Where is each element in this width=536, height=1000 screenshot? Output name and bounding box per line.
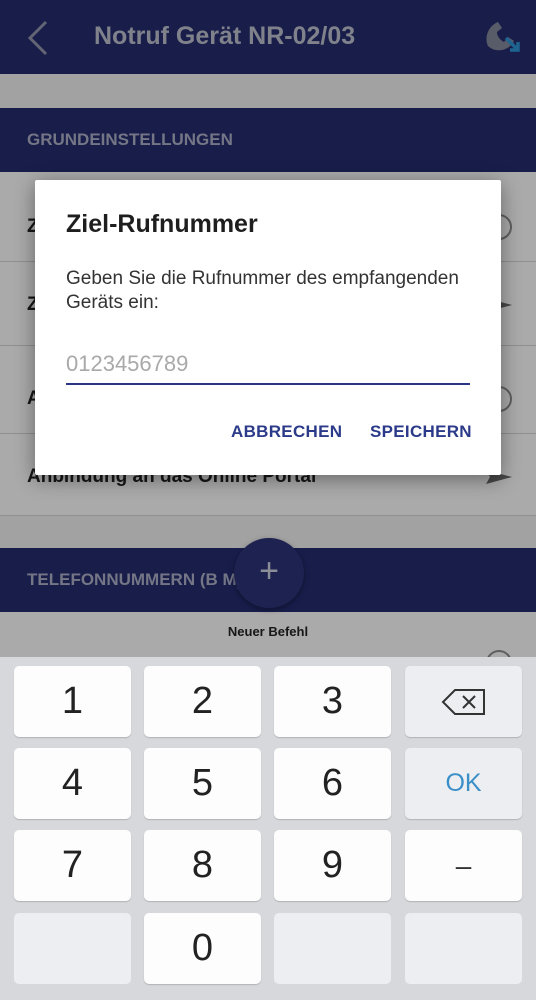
cancel-button[interactable]: ABBRECHEN	[231, 422, 342, 442]
key-2[interactable]: 2	[144, 666, 261, 737]
key-0[interactable]: 0	[144, 913, 261, 984]
empty-key	[14, 913, 131, 984]
ok-key[interactable]: OK	[405, 748, 522, 819]
dash-label: –	[455, 849, 472, 881]
key-7[interactable]: 7	[14, 830, 131, 901]
dialog-title: Ziel-Rufnummer	[66, 210, 258, 238]
backspace-icon	[441, 688, 485, 715]
phone-number-dialog: Ziel-Rufnummer Geben Sie die Rufnummer d…	[35, 180, 501, 475]
key-8[interactable]: 8	[144, 830, 261, 901]
key-1[interactable]: 1	[14, 666, 131, 737]
phone-number-input[interactable]	[66, 345, 470, 385]
key-5[interactable]: 5	[144, 748, 261, 819]
dash-key[interactable]: –	[405, 830, 522, 901]
empty-key	[405, 913, 522, 984]
key-6[interactable]: 6	[274, 748, 391, 819]
key-9[interactable]: 9	[274, 830, 391, 901]
key-3[interactable]: 3	[274, 666, 391, 737]
key-4[interactable]: 4	[14, 748, 131, 819]
backspace-key[interactable]	[405, 666, 522, 737]
empty-key	[274, 913, 391, 984]
ok-label: OK	[445, 769, 482, 797]
save-button[interactable]: SPEICHERN	[370, 422, 472, 442]
numeric-keypad: 1 2 3 4 5 6 OK 7 8 9 – 0	[0, 657, 536, 1000]
dialog-message: Geben Sie die Rufnummer des empfangenden…	[66, 268, 459, 313]
